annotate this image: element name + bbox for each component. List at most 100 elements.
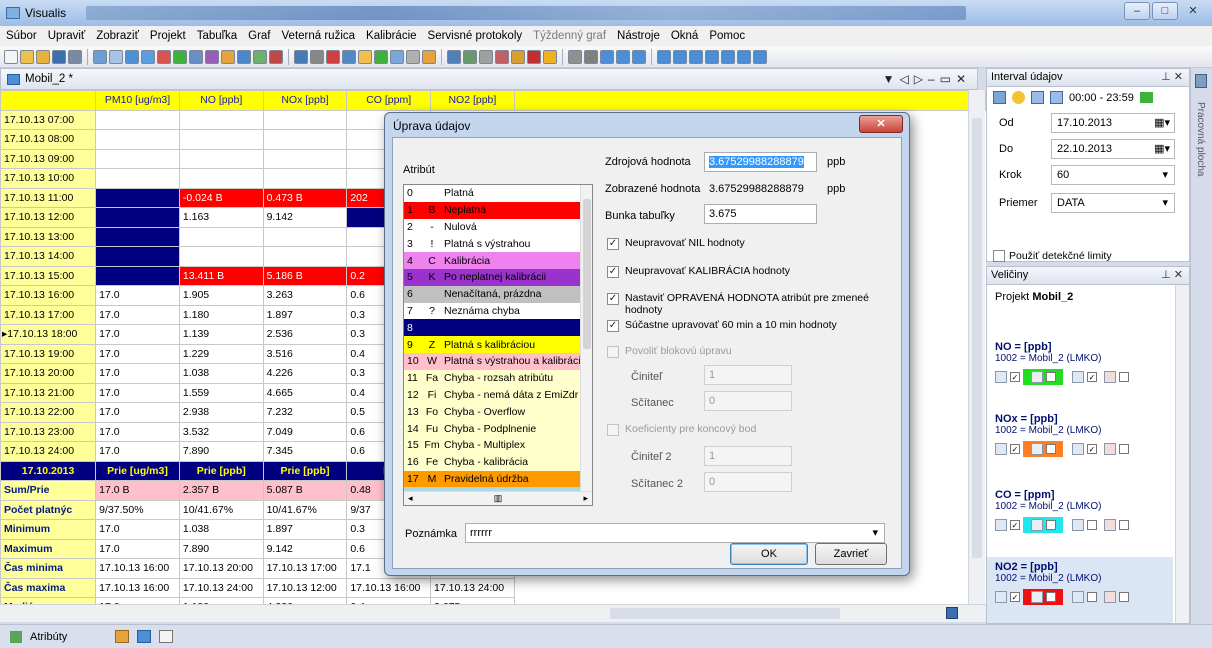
toolbar-tool-icon[interactable] (68, 49, 82, 64)
maximize-button[interactable]: □ (1152, 2, 1178, 20)
toolbar-tool-icon[interactable] (568, 49, 582, 64)
table-cell[interactable] (178, 246, 264, 267)
attribute-item[interactable]: 12 Fi Chyba - nemá dáta z EmiZdr (404, 386, 592, 404)
quantity-item[interactable]: NOx = [ppb] 1002 = Mobil_2 (LMKO) ✓ ✓ (987, 409, 1173, 481)
wind-toggle-icon[interactable] (1104, 443, 1116, 455)
table-toggle-icon[interactable] (995, 591, 1007, 603)
menu-11[interactable]: Okná (671, 30, 699, 42)
toolbar-tool-icon[interactable] (584, 49, 598, 64)
toolbar-tool-icon[interactable] (406, 49, 420, 64)
row-time[interactable]: 17.10.13 17:00 (0, 304, 97, 325)
table-cell[interactable] (178, 109, 264, 130)
attribute-item[interactable]: 6 Nenačítaná, prázdna (404, 285, 592, 303)
table-cell[interactable]: 1.229 (178, 343, 264, 364)
priemer-select[interactable]: DATA ▾ (1051, 193, 1175, 213)
table-cell[interactable]: 17.0 (95, 382, 180, 403)
table-cell[interactable] (178, 226, 264, 247)
row-time[interactable]: 17.10.13 08:00 (0, 129, 97, 150)
toolbar-tool-icon[interactable] (20, 49, 34, 64)
attribute-item[interactable]: 4 C Kalibrácia (404, 252, 592, 269)
table-cell[interactable]: 0.473 B (262, 187, 348, 208)
toolbar-tool-icon[interactable] (52, 49, 66, 64)
od-date-picker[interactable]: 17.10.2013 ▦▾ (1051, 113, 1175, 133)
factor2-field[interactable]: 1 (704, 446, 792, 466)
do-date-picker[interactable]: 22.10.2013 ▦▾ (1051, 139, 1175, 159)
attributes-check-icon[interactable] (10, 630, 22, 643)
quantity-item[interactable]: CO = [ppm] 1002 = Mobil_2 (LMKO) ✓ (987, 485, 1173, 557)
table-cell[interactable] (95, 207, 180, 228)
edit-simultaneous-checkbox[interactable]: ✓ (607, 320, 619, 332)
pin-close-icon[interactable]: ⊥ ✕ (1161, 69, 1183, 86)
wind-toggle-checkbox[interactable] (1119, 372, 1129, 382)
table-cell[interactable]: 7.232 (262, 402, 348, 423)
table-cell[interactable]: 17.0 (95, 421, 180, 442)
calendar-next-icon[interactable] (1050, 91, 1063, 104)
row-time[interactable]: 17.10.13 11:00 (0, 187, 97, 208)
table-cell[interactable] (95, 168, 180, 189)
series-color-swatch[interactable] (1023, 517, 1063, 533)
table-toggle-checkbox[interactable]: ✓ (1010, 592, 1020, 602)
attribute-list-hscrollbar[interactable]: ◂ ▥ ▸ (404, 491, 592, 505)
row-time[interactable]: 17.10.13 20:00 (0, 363, 97, 384)
attribute-item[interactable]: 14 Fu Chyba - Podplnenie (404, 420, 592, 437)
workspace-tab[interactable]: Pracovná plocha (1195, 102, 1206, 177)
clock-icon[interactable] (1012, 91, 1025, 104)
pin-close-icon[interactable]: ⊥ ✕ (1161, 267, 1183, 284)
graph-toggle-checkbox[interactable] (1087, 592, 1097, 602)
source-value-field[interactable]: 3.67529988288879 (704, 152, 817, 172)
table-cell[interactable]: 17.0 (95, 363, 180, 384)
attribute-item[interactable]: 8 (404, 319, 592, 337)
table-cell[interactable] (262, 168, 348, 189)
attribute-item[interactable]: 13 Fo Chyba - Overflow (404, 403, 592, 421)
toolbar-tool-icon[interactable] (705, 49, 719, 64)
cancel-button[interactable]: Zavrieť (815, 543, 887, 565)
table-cell[interactable]: 4.226 (262, 363, 348, 384)
attribute-item[interactable]: 3! Platná s výstrahou (404, 235, 592, 253)
toolbar-tool-icon[interactable] (600, 49, 614, 64)
table-cell[interactable]: 17.0 (95, 324, 180, 345)
toolbar-tool-icon[interactable] (189, 49, 203, 64)
toolbar-tool-icon[interactable] (495, 49, 509, 64)
table-cell[interactable]: 3.516 (262, 343, 348, 364)
krok-select[interactable]: 60 ▾ (1051, 165, 1175, 185)
note-field[interactable]: rrrrrr ▾ (465, 523, 885, 543)
graph-toggle-icon[interactable] (1072, 443, 1084, 455)
block-edit-checkbox[interactable] (607, 346, 619, 358)
wind-toggle-checkbox[interactable] (1119, 520, 1129, 530)
graph-toggle-icon[interactable] (1072, 519, 1084, 531)
attribute-item[interactable]: 16 Fe Chyba - kalibrácia (404, 453, 592, 471)
toolbar-tool-icon[interactable] (374, 49, 388, 64)
time-range[interactable]: 00:00 - 23:59 (1069, 92, 1134, 104)
attribute-item[interactable]: 11 Fa Chyba - rozsah atribútu (404, 369, 592, 387)
row-time[interactable]: 17.10.13 10:00 (0, 168, 97, 189)
veliciny-scrollbar[interactable] (1175, 285, 1189, 623)
document-window-controls[interactable]: ▼◁▷–▭✕ (883, 72, 971, 86)
document-tab[interactable]: Mobil_2 * ▼◁▷–▭✕ (0, 68, 978, 90)
table-toggle-checkbox[interactable]: ✓ (1010, 444, 1020, 454)
attribute-item[interactable]: 7? Neznáma chyba (404, 302, 592, 320)
row-time[interactable]: 17.10.13 13:00 (0, 226, 97, 247)
detect-limits-checkbox[interactable] (993, 250, 1005, 262)
table-cell[interactable] (95, 109, 180, 130)
table-cell[interactable] (95, 148, 180, 169)
row-time[interactable]: 17.10.13 24:00 (0, 441, 97, 462)
row-time[interactable]: ▸17.10.13 18:00 (0, 324, 97, 345)
toolbar-tool-icon[interactable] (269, 49, 283, 64)
menu-2[interactable]: Zobraziť (96, 30, 139, 42)
table-cell[interactable] (178, 148, 264, 169)
attribute-list-scrollbar[interactable] (580, 185, 592, 491)
attribute-item[interactable]: 17 M Pravidelná údržba (404, 470, 592, 488)
menu-5[interactable]: Graf (248, 30, 270, 42)
table-cell[interactable]: 17.0 (95, 441, 180, 462)
table-cell[interactable]: 17.0 (95, 304, 180, 325)
attribute-item[interactable]: 9 Z Platná s kalibráciou (404, 336, 592, 353)
table-cell[interactable] (178, 168, 264, 189)
column-header[interactable]: NO [ppb] (178, 90, 264, 111)
toolbar-tool-icon[interactable] (173, 49, 187, 64)
toolbar-tool-icon[interactable] (543, 49, 557, 64)
menu-4[interactable]: Tabuľka (197, 30, 237, 42)
row-time[interactable]: 17.10.13 15:00 (0, 265, 97, 286)
toolbar-tool-icon[interactable] (294, 49, 308, 64)
attribute-item[interactable]: 15 Fm Chyba - Multiplex (404, 436, 592, 454)
table-cell[interactable]: 1.897 (262, 304, 348, 325)
